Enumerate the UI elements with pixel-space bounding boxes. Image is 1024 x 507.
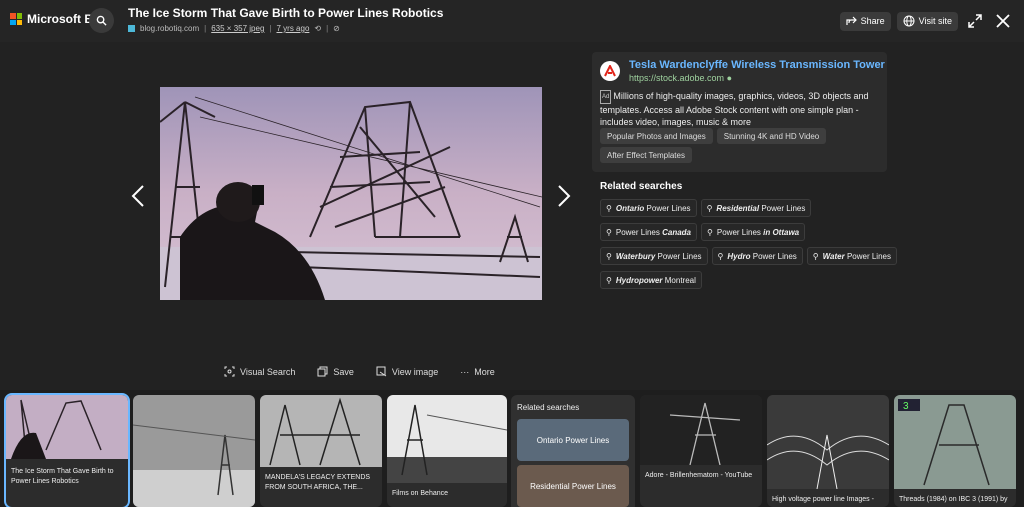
thumbnail-caption: High voltage power line Images -	[772, 496, 874, 503]
image-age[interactable]: 7 yrs ago	[276, 24, 309, 33]
related-search-item[interactable]: ⚲ Hydropower Montreal	[600, 271, 702, 289]
thumbnail-caption: Adore - Brillenhematom - YouTube	[645, 472, 753, 479]
related-searches-list: ⚲ Ontario Power Lines ⚲ Residential Power …	[600, 199, 900, 289]
related-card-item[interactable]: Ontario Power Lines	[517, 419, 629, 461]
thumbnail-item[interactable]: The Ice Storm That Gave Birth to Power L…	[4, 393, 130, 507]
thumbnail-strip: The Ice Storm That Gave Birth to Power L…	[0, 390, 1024, 507]
visual-search-icon	[224, 366, 235, 377]
search-icon: ⚲	[717, 251, 724, 261]
ad-card[interactable]: Tesla Wardenclyffe Wireless Transmission…	[592, 52, 887, 172]
close-button[interactable]	[992, 10, 1014, 32]
view-image-button[interactable]: View image	[376, 366, 438, 377]
search-button[interactable]	[89, 8, 114, 33]
visual-search-label: Visual Search	[240, 366, 296, 377]
top-bar: Microsoft Bing The Ice Storm That Gave B…	[0, 0, 1024, 42]
related-search-item[interactable]: ⚲ Waterbury Power Lines	[600, 247, 708, 265]
related-search-item[interactable]: ⚲ Residential Power Lines	[700, 199, 812, 217]
save-icon	[317, 366, 328, 377]
search-icon: ⚲	[812, 251, 819, 261]
share-icon	[846, 16, 857, 25]
thumbnail-item[interactable]: 3 Threads (1984) on IBC 3 (1991) by	[894, 395, 1016, 507]
related-search-item[interactable]: ⚲ Power Lines in Ottawa	[701, 223, 806, 241]
thumbnail-caption: Films on Behance	[392, 490, 449, 497]
view-image-icon	[376, 366, 387, 377]
globe-icon	[903, 15, 915, 27]
related-search-item[interactable]: ⚲ Water Power Lines	[806, 247, 897, 265]
ad-badge: Ad	[600, 90, 612, 104]
related-searches-heading: Related searches	[600, 181, 683, 192]
channel-logo-text: 3	[903, 401, 909, 412]
ad-chip[interactable]: Stunning 4K and HD Video	[716, 128, 827, 144]
search-icon: ⚲	[707, 227, 713, 237]
previous-image-button[interactable]	[128, 182, 148, 210]
save-label: Save	[333, 366, 354, 377]
related-searches-card: Related searches Ontario Power Lines Res…	[511, 395, 635, 507]
chevron-left-icon	[131, 185, 144, 207]
thumbnail-item[interactable]: Adore - Brillenhematom - YouTube	[640, 395, 762, 507]
history-icon: ⟲	[314, 24, 322, 33]
visit-site-label: Visit site	[918, 16, 952, 26]
ad-chips: Popular Photos and Images Stunning 4K an…	[600, 128, 880, 163]
image-dimensions[interactable]: 635 × 357 jpeg	[211, 24, 264, 33]
windows-logo-icon	[10, 13, 22, 25]
image-viewer: Visual Search Save View image ··· More T…	[0, 42, 1024, 390]
ad-url[interactable]: https://stock.adobe.com ●	[629, 73, 732, 83]
save-button[interactable]: Save	[317, 366, 354, 377]
fullscreen-button[interactable]	[964, 10, 986, 32]
adobe-logo-icon	[600, 61, 620, 81]
thumbnail-caption: The Ice Storm That Gave Birth to Power L…	[11, 468, 114, 485]
image-title[interactable]: The Ice Storm That Gave Birth to Power L…	[128, 6, 443, 20]
related-search-item[interactable]: ⚲ Hydro Power Lines	[711, 247, 803, 265]
ad-title[interactable]: Tesla Wardenclyffe Wireless Transmission…	[629, 59, 885, 71]
more-dots-icon: ···	[460, 366, 470, 377]
thumbnail-caption: MANDELA'S LEGACY EXTENDS FROM SOUTH AFRI…	[265, 474, 371, 491]
image-meta: blog.robotiq.com | 635 × 357 jpeg | 7 yr…	[128, 24, 340, 33]
source-site[interactable]: blog.robotiq.com	[140, 24, 199, 33]
thumbnail-caption: Threads (1984) on IBC 3 (1991) by	[899, 496, 1008, 503]
ad-description: Ad Millions of high-quality images, graph…	[600, 90, 869, 127]
site-favicon-icon	[128, 25, 135, 32]
thumbnail-item[interactable]	[133, 395, 255, 507]
close-icon	[996, 14, 1010, 28]
share-button[interactable]: Share	[839, 11, 891, 31]
related-search-item[interactable]: ⚲ Power Lines Canada	[600, 223, 698, 241]
chevron-right-icon	[558, 185, 571, 207]
main-image[interactable]	[160, 87, 542, 300]
thumbnail-item[interactable]: High voltage power line Images -	[767, 395, 889, 507]
search-icon: ⚲	[606, 203, 612, 213]
search-icon	[96, 15, 107, 26]
more-button[interactable]: ··· More	[460, 367, 495, 377]
next-image-button[interactable]	[554, 182, 574, 210]
related-search-item[interactable]: ⚲ Ontario Power Lines	[600, 199, 697, 217]
thumbnail-item[interactable]: Films on Behance	[387, 395, 507, 507]
related-card-title: Related searches	[517, 403, 580, 412]
info-icon[interactable]: ⊘	[333, 24, 340, 33]
related-card-item[interactable]: Residential Power Lines	[517, 465, 629, 507]
ad-chip[interactable]: Popular Photos and Images	[600, 128, 713, 144]
view-image-label: View image	[391, 366, 439, 377]
share-label: Share	[860, 16, 885, 26]
ad-chip[interactable]: After Effect Templates	[600, 147, 692, 163]
search-icon: ⚲	[606, 251, 612, 261]
visual-search-button[interactable]: Visual Search	[224, 366, 295, 377]
search-icon: ⚲	[606, 227, 612, 237]
expand-icon	[968, 14, 982, 28]
more-label: More	[474, 366, 495, 377]
thumbnail-item[interactable]: MANDELA'S LEGACY EXTENDS FROM SOUTH AFRI…	[260, 395, 382, 507]
verified-icon: ●	[726, 73, 733, 83]
search-icon: ⚲	[706, 203, 713, 213]
search-icon: ⚲	[606, 275, 612, 285]
visit-site-button[interactable]: Visit site	[896, 11, 958, 31]
